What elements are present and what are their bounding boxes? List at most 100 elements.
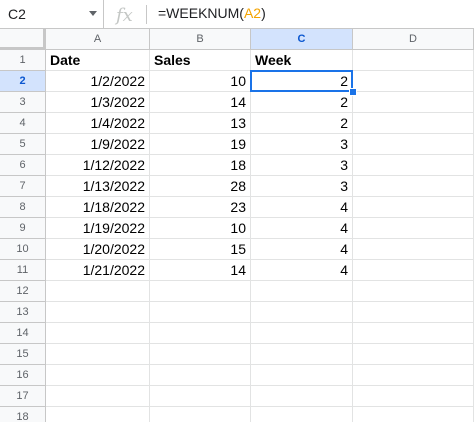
cell-d4[interactable] — [353, 113, 474, 134]
cell-d3[interactable] — [353, 92, 474, 113]
cell-c9[interactable]: 4 — [251, 218, 353, 239]
cell-b18[interactable] — [150, 407, 251, 422]
cell-c12[interactable] — [251, 281, 353, 302]
cell-d8[interactable] — [353, 197, 474, 218]
cell-a9[interactable]: 1/19/2022 — [46, 218, 150, 239]
cell-b12[interactable] — [150, 281, 251, 302]
cell-b2[interactable]: 10 — [150, 71, 251, 92]
row-header-5[interactable]: 5 — [0, 134, 46, 155]
cell-c1[interactable]: Week — [251, 50, 353, 71]
name-box-value[interactable]: C2 — [8, 6, 26, 22]
row-header-3[interactable]: 3 — [0, 92, 46, 113]
cell-d13[interactable] — [353, 302, 474, 323]
chevron-down-icon[interactable] — [89, 11, 97, 16]
cell-d12[interactable] — [353, 281, 474, 302]
cell-c18[interactable] — [251, 407, 353, 422]
row-header-11[interactable]: 11 — [0, 260, 46, 281]
cell-b5[interactable]: 19 — [150, 134, 251, 155]
cell-a18[interactable] — [46, 407, 150, 422]
row-header-13[interactable]: 13 — [0, 302, 46, 323]
cell-b14[interactable] — [150, 323, 251, 344]
cell-c10[interactable]: 4 — [251, 239, 353, 260]
cell-c17[interactable] — [251, 386, 353, 407]
cell-a13[interactable] — [46, 302, 150, 323]
row-header-4[interactable]: 4 — [0, 113, 46, 134]
cell-b13[interactable] — [150, 302, 251, 323]
row-header-15[interactable]: 15 — [0, 344, 46, 365]
cell-a12[interactable] — [46, 281, 150, 302]
row-header-7[interactable]: 7 — [0, 176, 46, 197]
row-header-16[interactable]: 16 — [0, 365, 46, 386]
cell-a15[interactable] — [46, 344, 150, 365]
cell-b7[interactable]: 28 — [150, 176, 251, 197]
cell-a8[interactable]: 1/18/2022 — [46, 197, 150, 218]
column-header-c[interactable]: C — [251, 29, 353, 50]
cell-a2[interactable]: 1/2/2022 — [46, 71, 150, 92]
column-header-d[interactable]: D — [353, 29, 474, 50]
row-header-12[interactable]: 12 — [0, 281, 46, 302]
cell-c11[interactable]: 4 — [251, 260, 353, 281]
row-header-6[interactable]: 6 — [0, 155, 46, 176]
name-box[interactable]: C2 — [0, 0, 104, 28]
cell-c7[interactable]: 3 — [251, 176, 353, 197]
cell-d14[interactable] — [353, 323, 474, 344]
cell-d1[interactable] — [353, 50, 474, 71]
cell-a17[interactable] — [46, 386, 150, 407]
cell-d17[interactable] — [353, 386, 474, 407]
cell-d5[interactable] — [353, 134, 474, 155]
row-header-17[interactable]: 17 — [0, 386, 46, 407]
cell-a14[interactable] — [46, 323, 150, 344]
cell-c14[interactable] — [251, 323, 353, 344]
cell-c3[interactable]: 2 — [251, 92, 353, 113]
cell-d6[interactable] — [353, 155, 474, 176]
cell-c15[interactable] — [251, 344, 353, 365]
row-header-2[interactable]: 2 — [0, 71, 46, 92]
cell-c6[interactable]: 3 — [251, 155, 353, 176]
select-all-corner[interactable] — [0, 29, 46, 50]
row-header-1[interactable]: 1 — [0, 50, 46, 71]
cell-d18[interactable] — [353, 407, 474, 422]
cell-b3[interactable]: 14 — [150, 92, 251, 113]
cell-d9[interactable] — [353, 218, 474, 239]
cell-c2[interactable]: 2 — [251, 71, 353, 92]
column-header-b[interactable]: B — [150, 29, 251, 50]
row-header-18[interactable]: 18 — [0, 407, 46, 422]
cell-c13[interactable] — [251, 302, 353, 323]
cell-a7[interactable]: 1/13/2022 — [46, 176, 150, 197]
cell-b11[interactable]: 14 — [150, 260, 251, 281]
cell-b1[interactable]: Sales — [150, 50, 251, 71]
cell-a1[interactable]: Date — [46, 50, 150, 71]
cell-b17[interactable] — [150, 386, 251, 407]
cell-a5[interactable]: 1/9/2022 — [46, 134, 150, 155]
cell-b15[interactable] — [150, 344, 251, 365]
cell-a16[interactable] — [46, 365, 150, 386]
cell-b16[interactable] — [150, 365, 251, 386]
cell-a6[interactable]: 1/12/2022 — [46, 155, 150, 176]
cell-d16[interactable] — [353, 365, 474, 386]
fill-handle[interactable] — [349, 88, 357, 96]
cell-d15[interactable] — [353, 344, 474, 365]
cell-b4[interactable]: 13 — [150, 113, 251, 134]
cell-d2[interactable] — [353, 71, 474, 92]
cell-d10[interactable] — [353, 239, 474, 260]
row-header-9[interactable]: 9 — [0, 218, 46, 239]
cell-d11[interactable] — [353, 260, 474, 281]
cell-a10[interactable]: 1/20/2022 — [46, 239, 150, 260]
cell-c16[interactable] — [251, 365, 353, 386]
row-header-10[interactable]: 10 — [0, 239, 46, 260]
cell-a4[interactable]: 1/4/2022 — [46, 113, 150, 134]
cell-a11[interactable]: 1/21/2022 — [46, 260, 150, 281]
cell-b9[interactable]: 10 — [150, 218, 251, 239]
column-header-a[interactable]: A — [46, 29, 150, 50]
cell-c5[interactable]: 3 — [251, 134, 353, 155]
cell-b10[interactable]: 15 — [150, 239, 251, 260]
formula-input[interactable]: =WEEKNUM(A2) — [158, 5, 266, 21]
cell-d7[interactable] — [353, 176, 474, 197]
cell-b8[interactable]: 23 — [150, 197, 251, 218]
cell-c4[interactable]: 2 — [251, 113, 353, 134]
cell-a3[interactable]: 1/3/2022 — [46, 92, 150, 113]
cell-c8[interactable]: 4 — [251, 197, 353, 218]
row-header-14[interactable]: 14 — [0, 323, 46, 344]
cell-b6[interactable]: 18 — [150, 155, 251, 176]
row-header-8[interactable]: 8 — [0, 197, 46, 218]
